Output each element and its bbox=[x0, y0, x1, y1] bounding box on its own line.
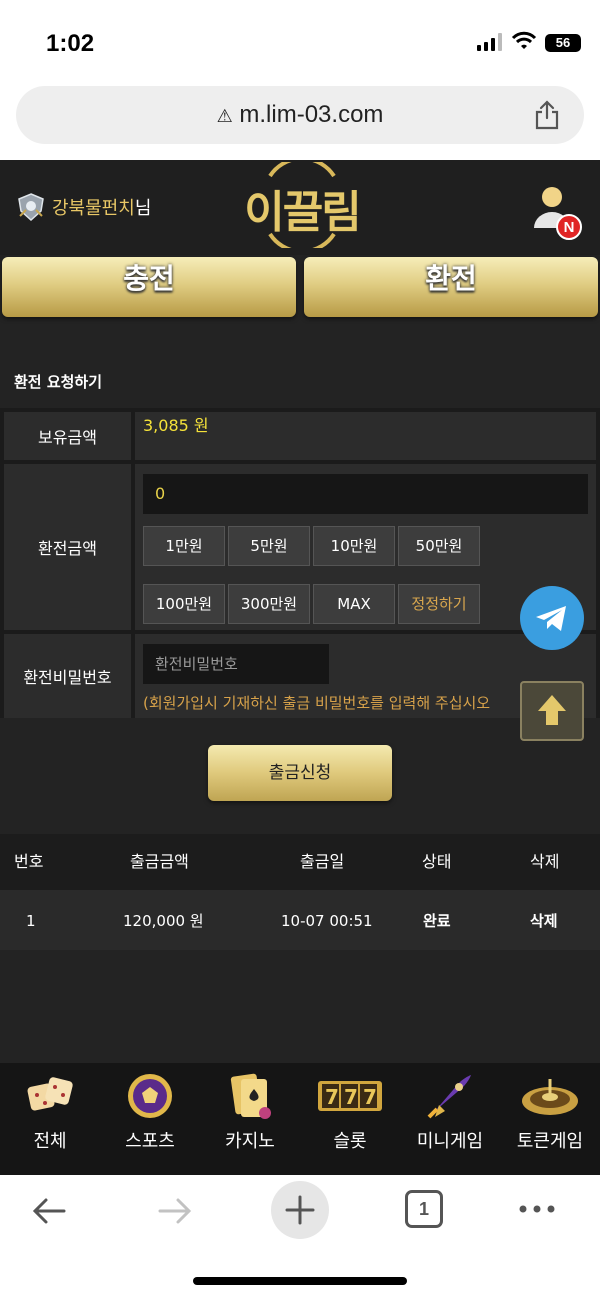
telegram-button[interactable] bbox=[520, 586, 584, 650]
game-category-nav: 전체 스포츠 카지노 7 7 7 슬롯 미니게임 토큰게임 bbox=[0, 1063, 600, 1175]
amount-input[interactable]: 0 bbox=[143, 474, 588, 514]
username-suffix: 님 bbox=[134, 198, 152, 218]
url-label: m.lim-03.com bbox=[239, 101, 384, 128]
reset-button[interactable]: 정정하기 bbox=[398, 584, 480, 624]
playing-cards-icon bbox=[230, 1073, 271, 1119]
column-header: 출금금액 bbox=[130, 852, 189, 871]
nav-label: 슬롯 bbox=[333, 1131, 367, 1152]
quick-amount-button[interactable]: 1만원 bbox=[143, 526, 225, 566]
new-tab-button[interactable] bbox=[271, 1181, 329, 1239]
nav-item-slots[interactable]: 7 7 7 슬롯 bbox=[300, 1063, 400, 1175]
warning-icon: ⚠ bbox=[216, 106, 233, 126]
nav-label: 카지노 bbox=[225, 1131, 275, 1152]
user-info[interactable]: 강북물펀치 님 bbox=[16, 192, 151, 222]
forward-arrow-icon[interactable] bbox=[154, 1191, 194, 1231]
balance-label: 보유금액 bbox=[4, 412, 131, 460]
password-label: 환전비밀번호 bbox=[4, 634, 131, 718]
quick-amount-button[interactable]: 100만원 bbox=[143, 584, 225, 624]
site-header: 강북물펀치 님 이끌림 N bbox=[0, 160, 600, 255]
site-logo[interactable]: 이끌림 bbox=[240, 162, 364, 248]
rank-shield-icon bbox=[18, 193, 44, 222]
logo-text: 이끌림 bbox=[244, 187, 361, 238]
nav-label: 스포츠 bbox=[125, 1131, 175, 1152]
quick-amount-button[interactable]: 50만원 bbox=[398, 526, 480, 566]
nav-label: 토큰게임 bbox=[516, 1131, 584, 1152]
username: 강북물펀치 bbox=[52, 198, 135, 218]
table-row: 1 120,000 원 10-07 00:51 완료 삭제 bbox=[0, 890, 600, 950]
url-bar[interactable]: ⚠ m.lim-03.com bbox=[16, 86, 584, 144]
max-button[interactable]: MAX bbox=[313, 584, 395, 624]
nav-label: 전체 bbox=[33, 1131, 67, 1152]
row-status: 완료 bbox=[423, 912, 451, 930]
exchange-form: 보유금액 3,085 원 환전금액 0 1만원 5만원 10만원 50만원 10… bbox=[0, 408, 600, 718]
column-header: 번호 bbox=[14, 852, 44, 871]
wifi-icon bbox=[511, 31, 537, 49]
quick-amount-button[interactable]: 300만원 bbox=[228, 584, 310, 624]
quick-amount-button[interactable]: 10만원 bbox=[313, 526, 395, 566]
withdraw-request-button[interactable]: 출금신청 bbox=[208, 745, 392, 801]
svg-text:7: 7 bbox=[363, 1085, 377, 1109]
balance-row: 3,085 원 bbox=[135, 412, 596, 460]
svg-text:7: 7 bbox=[344, 1085, 358, 1109]
url-text[interactable]: ⚠ m.lim-03.com bbox=[16, 101, 584, 129]
row-number: 1 bbox=[26, 912, 36, 930]
slot-777-icon: 7 7 7 bbox=[318, 1081, 382, 1111]
quick-amount-button[interactable]: 5만원 bbox=[228, 526, 310, 566]
roulette-icon bbox=[522, 1079, 578, 1115]
amount-label: 환전금액 bbox=[4, 464, 131, 630]
nav-item-casino[interactable]: 카지노 bbox=[200, 1063, 300, 1175]
rocket-icon bbox=[427, 1075, 471, 1119]
section-title: 환전 요청하기 bbox=[14, 373, 103, 391]
column-header: 출금일 bbox=[300, 852, 345, 871]
svg-text:7: 7 bbox=[325, 1085, 339, 1109]
nav-label: 미니게임 bbox=[416, 1131, 484, 1152]
balance-value: 3,085 원 bbox=[143, 416, 209, 435]
page-content: 강북물펀치 님 이끌림 N 충전 환전 환전 요청하기 보유금액 3,085 원… bbox=[0, 160, 600, 1175]
screen: 1:02 56 ⚠ m.lim-03.com 강북물펀치 님 이끌림 N 충전 … bbox=[0, 0, 600, 1299]
status-bar: 1:02 56 bbox=[0, 0, 600, 80]
column-header: 삭제 bbox=[530, 852, 560, 871]
password-hint: (회원가입시 기재하신 출금 비밀번호를 입력해 주십시오 bbox=[143, 694, 491, 712]
profile-button[interactable]: N bbox=[532, 184, 582, 240]
telegram-icon bbox=[536, 606, 566, 631]
battery-icon: 56 bbox=[545, 34, 581, 52]
row-date: 10-07 00:51 bbox=[281, 912, 373, 930]
row-delete-button[interactable]: 삭제 bbox=[530, 890, 558, 952]
exchange-tab-button[interactable]: 환전 bbox=[304, 257, 598, 317]
signal-icon bbox=[477, 33, 503, 51]
dice-icon bbox=[27, 1077, 73, 1111]
row-amount: 120,000 원 bbox=[123, 912, 204, 930]
status-time: 1:02 bbox=[46, 30, 95, 57]
nav-item-token-game[interactable]: 토큰게임 bbox=[500, 1063, 600, 1175]
notification-badge: N bbox=[556, 214, 582, 240]
plus-icon bbox=[285, 1195, 315, 1225]
charge-tab-button[interactable]: 충전 bbox=[2, 257, 296, 317]
nav-item-sports[interactable]: 스포츠 bbox=[100, 1063, 200, 1175]
soccer-ball-icon bbox=[128, 1074, 172, 1118]
share-icon[interactable] bbox=[534, 100, 560, 130]
more-options-icon[interactable] bbox=[517, 1197, 557, 1221]
history-table-header: 번호 출금금액 출금일 상태 삭제 bbox=[0, 834, 600, 890]
tab-count-button[interactable]: 1 bbox=[405, 1190, 443, 1228]
scroll-top-button[interactable] bbox=[520, 681, 584, 741]
arrow-up-icon bbox=[538, 695, 566, 725]
home-indicator bbox=[193, 1277, 407, 1285]
column-header: 상태 bbox=[422, 852, 452, 871]
password-input[interactable]: 환전비밀번호 bbox=[143, 644, 329, 684]
nav-item-all[interactable]: 전체 bbox=[0, 1063, 100, 1175]
back-arrow-icon[interactable] bbox=[30, 1191, 70, 1231]
nav-item-minigame[interactable]: 미니게임 bbox=[400, 1063, 500, 1175]
